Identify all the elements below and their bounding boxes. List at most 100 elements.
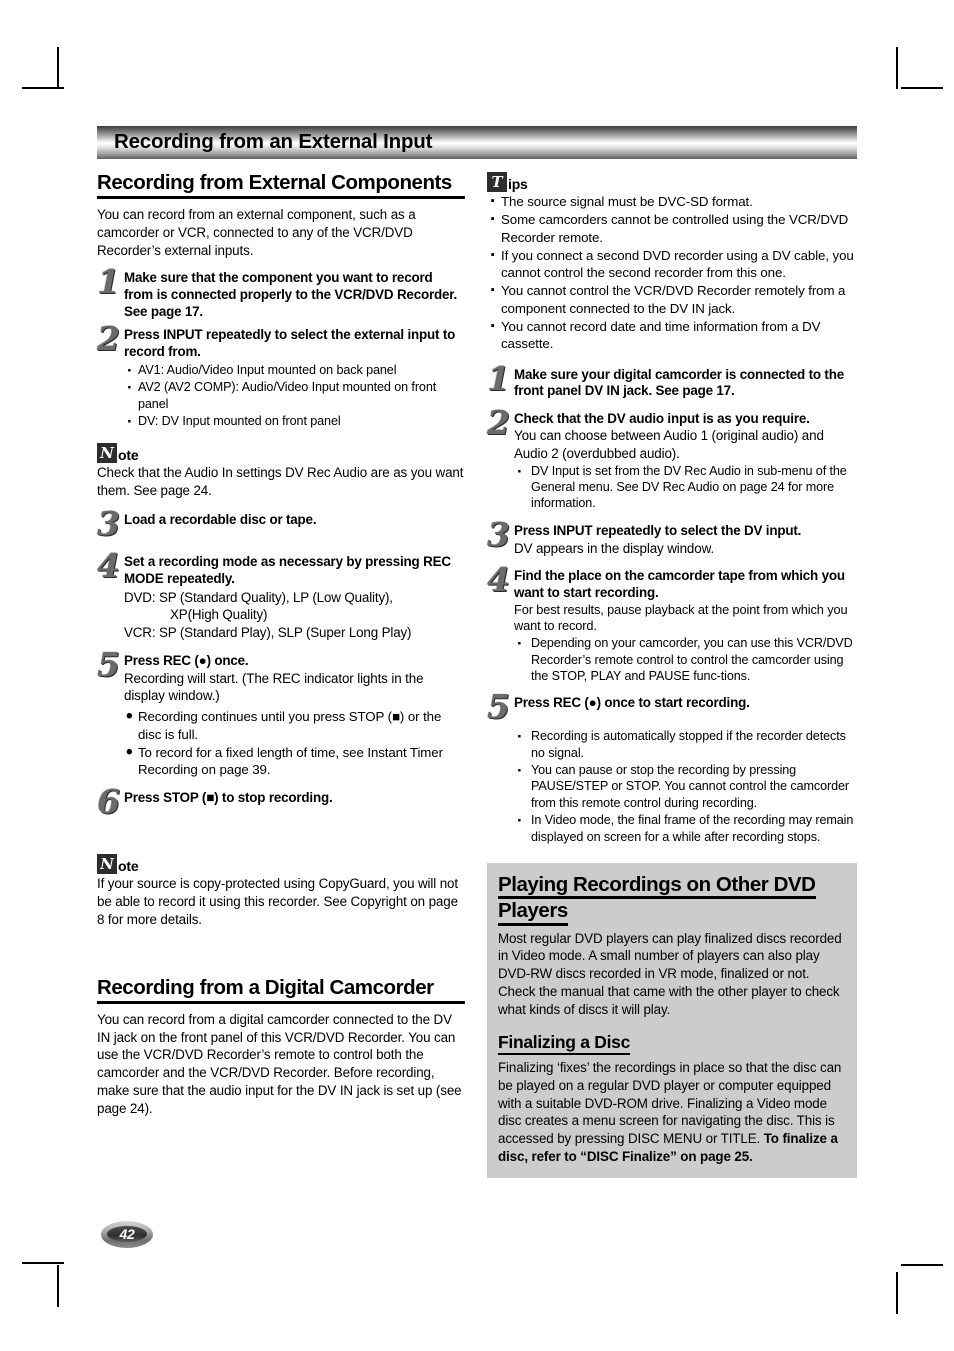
step-2: 2 Press INPUT repeatedly to select the e… <box>97 322 465 434</box>
dv-step-2: 2 Check that the DV audio input is as yo… <box>487 406 857 512</box>
tips-icon: T <box>487 172 507 192</box>
step-title: Press INPUT repeatedly to select the DV … <box>514 522 802 538</box>
note-callout-2: N ote If your source is copy-protected u… <box>97 854 465 928</box>
step-title: Press STOP (■) to stop recording. <box>124 790 333 806</box>
step-number: 2 <box>487 402 510 442</box>
graybox-heading-line2: Players <box>498 899 568 926</box>
step-subtext: DV appears in the display window. <box>514 540 714 556</box>
step-4: 4 Set a recording mode as necessary by p… <box>97 549 465 641</box>
page-number: 42 <box>119 1226 135 1242</box>
page-banner: Recording from an External Input <box>97 126 857 159</box>
step-title: Set a recording mode as necessary by pre… <box>124 553 451 586</box>
step-number: 5 <box>97 645 120 685</box>
step-number: 4 <box>487 559 510 599</box>
step-subtext: You can choose between Audio 1 (original… <box>514 428 824 461</box>
list-item: The source signal must be DVC-SD format. <box>487 190 857 215</box>
manual-page: Recording from an External Input Recordi… <box>97 126 857 1226</box>
page-badge-inner: 42 <box>107 1226 147 1242</box>
intro-paragraph: You can record from an external componen… <box>97 206 416 258</box>
graybox-paragraph: Most regular DVD players can play finali… <box>498 930 842 1017</box>
step-1: 1 Make sure that the component you want … <box>97 265 465 321</box>
step-2-bullets: AV1: Audio/Video Input mounted on back p… <box>124 360 465 434</box>
mode-dvd-line1: DVD: SP (Standard Quality), LP (Low Qual… <box>124 589 393 605</box>
dv-step-3: 3 Press INPUT repeatedly to select the D… <box>487 518 857 557</box>
step-number: 6 <box>97 782 120 822</box>
tips-label: ips <box>508 176 528 192</box>
mode-dvd-line2: XP(High Quality) <box>170 607 268 623</box>
graybox-subheading-finalizing: Finalizing a Disc <box>498 1032 630 1055</box>
step-title: Press REC (●) once to start recording. <box>514 695 750 711</box>
tips-callout: T ips The source signal must be DVC-SD f… <box>487 172 857 353</box>
dv-step-1: 1 Make sure your digital camcorder is co… <box>487 362 857 401</box>
step-title: Make sure your digital camcorder is conn… <box>514 366 844 399</box>
list-item: Recording is automatically stopped if th… <box>514 726 857 761</box>
dv-step-2-bullets: DV Input is set from the DV Rec Audio in… <box>514 461 857 512</box>
two-column-body: Recording from External Components You c… <box>97 171 857 1178</box>
list-item: You cannot record date and time informat… <box>487 315 857 353</box>
step-number: 3 <box>97 503 120 543</box>
playing-recordings-panel: Playing Recordings on Other DVD Players … <box>487 862 857 1178</box>
heading-recording-digital-camcorder: Recording from a Digital Camcorder <box>97 976 465 1004</box>
crop-mark-bottom-left-vertical <box>57 1265 59 1307</box>
list-item: Depending on your camcorder, you can use… <box>514 633 857 684</box>
note-icon: N <box>97 443 117 464</box>
step-6: 6 Press STOP (■) to stop recording. <box>97 785 465 824</box>
list-item: If you connect a second DVD recorder usi… <box>487 244 857 282</box>
step-5-bullets: Recording continues until you press STOP… <box>124 705 465 779</box>
heading-recording-external-components: Recording from External Components <box>97 171 465 199</box>
crop-mark-top-right-horizontal <box>901 87 943 89</box>
list-item: Recording continues until you press STOP… <box>124 705 465 743</box>
list-item: DV: DV Input mounted on front panel <box>124 411 465 434</box>
graybox-heading-line1: Playing Recordings on Other DVD <box>498 873 816 900</box>
note-label: ote <box>118 447 139 464</box>
right-column: T ips The source signal must be DVC-SD f… <box>487 172 857 1178</box>
crop-mark-top-left-horizontal <box>22 87 64 89</box>
step-title: Make sure that the component you want to… <box>124 270 458 320</box>
note-header: N ote <box>97 854 465 875</box>
dv-step-4: 4 Find the place on the camcorder tape f… <box>487 563 857 685</box>
recording-modes: DVD: SP (Standard Quality), LP (Low Qual… <box>124 589 465 641</box>
crop-mark-top-left-vertical <box>57 47 59 89</box>
note-text: Check that the Audio In settings DV Rec … <box>97 465 464 499</box>
step-title: Check that the DV audio input is as you … <box>514 410 810 426</box>
note-text: If your source is copy-protected using C… <box>97 876 458 928</box>
note-icon: N <box>97 854 117 875</box>
step-title: Find the place on the camcorder tape fro… <box>514 567 845 600</box>
step-subtext: Recording will start. (The REC indicator… <box>124 670 424 704</box>
step-number: 3 <box>487 514 510 554</box>
left-column: Recording from External Components You c… <box>97 171 465 1118</box>
list-item: You cannot control the VCR/DVD Recorder … <box>487 279 857 317</box>
list-item: You can pause or stop the recording by p… <box>514 760 857 811</box>
step-number: 5 <box>487 687 510 727</box>
list-item: Some camcorders cannot be controlled usi… <box>487 208 857 246</box>
list-item: In Video mode, the final frame of the re… <box>514 810 857 845</box>
tips-list: The source signal must be DVC-SD format.… <box>487 190 857 353</box>
crop-mark-top-right-vertical <box>896 47 898 89</box>
dv-step-5-bullets: Recording is automatically stopped if th… <box>514 726 857 845</box>
step-number: 2 <box>97 319 120 359</box>
list-item: DV Input is set from the DV Rec Audio in… <box>514 461 857 512</box>
note-header: N ote <box>97 443 465 464</box>
step-number: 1 <box>97 262 120 302</box>
step-number: 1 <box>487 358 510 398</box>
step-number: 4 <box>97 545 120 585</box>
list-item: To record for a fixed length of time, se… <box>124 741 465 779</box>
crop-mark-bottom-left-horizontal <box>22 1262 64 1264</box>
dv-step-5: 5 Press REC (●) once to start recording.… <box>487 690 857 845</box>
list-item: AV2 (AV2 COMP): Audio/Video Input mounte… <box>124 377 465 412</box>
step-5: 5 Press REC (●) once. Recording will sta… <box>97 648 465 779</box>
camcorder-intro-paragraph: You can record from a digital camcorder … <box>97 1011 462 1116</box>
note-label: ote <box>118 858 139 875</box>
banner-title: Recording from an External Input <box>114 130 433 154</box>
mode-vcr: VCR: SP (Standard Play), SLP (Super Long… <box>124 624 412 640</box>
step-title: Press REC (●) once. <box>124 653 249 669</box>
list-item: AV1: Audio/Video Input mounted on back p… <box>124 360 465 383</box>
tips-header: T ips <box>487 172 857 192</box>
step-subtext: For best results, pause playback at the … <box>514 601 848 634</box>
graybox-sub-paragraph: Finalizing ‘fixes’ the recordings in pla… <box>498 1059 846 1166</box>
graybox-heading: Playing Recordings on Other DVD Players <box>498 873 846 926</box>
crop-mark-bottom-right-horizontal <box>901 1264 943 1266</box>
step-title: Load a recordable disc or tape. <box>124 511 317 527</box>
dv-step-4-bullets: Depending on your camcorder, you can use… <box>514 633 857 684</box>
step-title: Press INPUT repeatedly to select the ext… <box>124 327 456 359</box>
